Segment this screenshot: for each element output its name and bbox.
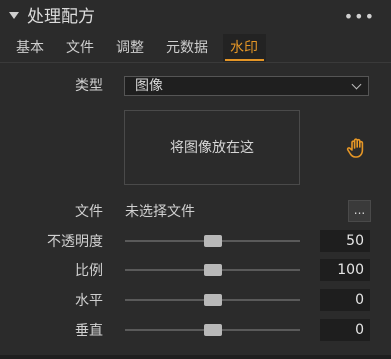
horizontal-label: 水平 (75, 293, 103, 309)
horizontal-input[interactable]: 0 (320, 289, 370, 311)
browse-button-label: ... (353, 203, 366, 217)
scale-label: 比例 (75, 263, 103, 279)
opacity-slider-thumb[interactable] (204, 235, 222, 247)
panel-header: 处理配方 ••• (0, 0, 391, 34)
type-select-value: 图像 (135, 78, 163, 94)
drop-zone-text: 将图像放在这 (170, 140, 254, 156)
opacity-input[interactable]: 50 (320, 230, 370, 252)
type-select[interactable]: 图像 (124, 76, 369, 96)
tab-file[interactable]: 文件 (66, 39, 94, 57)
tab-bar: 基本 文件 调整 元数据 水印 (0, 34, 391, 63)
tab-adjust[interactable]: 调整 (116, 39, 144, 57)
panel-bottom-divider (0, 355, 391, 359)
vertical-input[interactable]: 0 (320, 319, 370, 341)
scale-input[interactable]: 100 (320, 259, 370, 281)
chevron-down-icon (351, 79, 362, 90)
type-label: 类型 (75, 78, 103, 94)
horizontal-value: 0 (355, 292, 364, 308)
vertical-label: 垂直 (75, 323, 103, 339)
process-recipe-panel: 处理配方 ••• 基本 文件 调整 元数据 水印 类型 图像 将图像放在这 文件… (0, 0, 391, 359)
scale-slider-thumb[interactable] (204, 264, 222, 276)
file-name-text: 未选择文件 (125, 204, 195, 220)
file-label: 文件 (75, 204, 103, 220)
more-options-icon[interactable]: ••• (344, 8, 375, 26)
tab-watermark[interactable]: 水印 (230, 39, 258, 57)
vertical-slider-thumb[interactable] (204, 324, 222, 336)
browse-file-button[interactable]: ... (348, 200, 371, 222)
collapse-arrow-icon[interactable] (9, 12, 19, 19)
hand-grab-icon[interactable] (345, 136, 369, 160)
scale-value: 100 (337, 262, 364, 278)
tab-basic[interactable]: 基本 (16, 39, 44, 57)
panel-title: 处理配方 (27, 7, 95, 27)
horizontal-slider-thumb[interactable] (204, 294, 222, 306)
opacity-label: 不透明度 (47, 234, 103, 250)
vertical-value: 0 (355, 322, 364, 338)
tab-metadata[interactable]: 元数据 (166, 39, 208, 57)
opacity-value: 50 (346, 233, 364, 249)
image-drop-zone[interactable]: 将图像放在这 (124, 110, 300, 185)
active-tab-underline (225, 59, 264, 61)
